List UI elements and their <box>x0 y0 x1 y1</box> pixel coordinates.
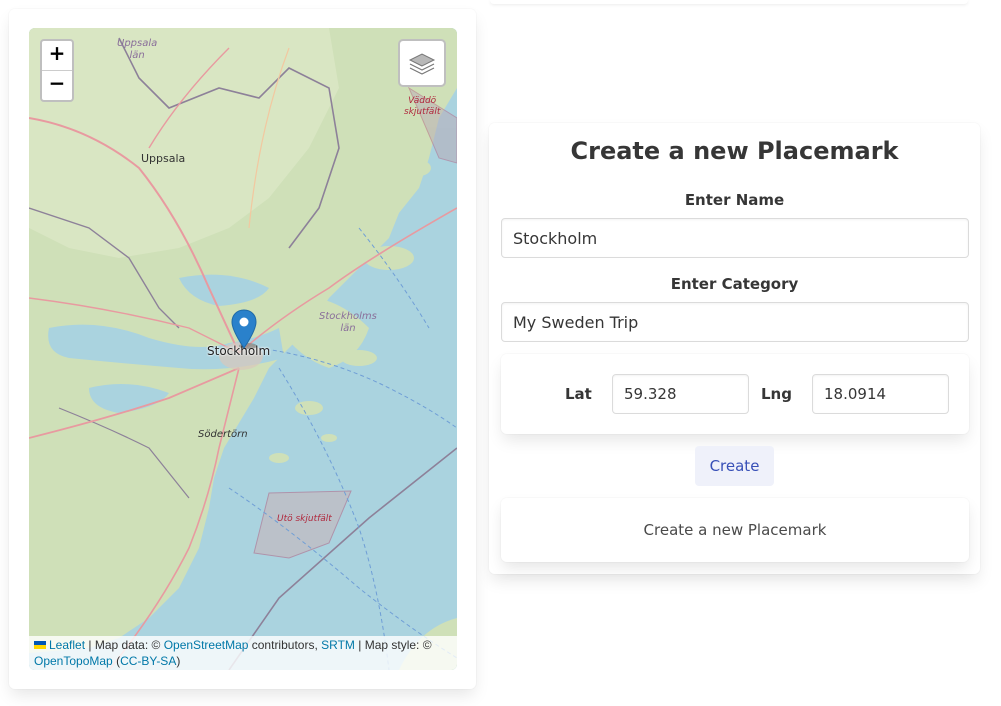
create-placemark-form: Create a new Placemark Enter Name Enter … <box>489 123 980 574</box>
lng-label: Lng <box>761 385 792 403</box>
map-label-uppsala-lan: Uppsala län <box>117 38 158 61</box>
attribution-text: ( <box>112 654 121 668</box>
name-input[interactable] <box>501 218 969 258</box>
map-attribution: Leaflet | Map data: © OpenStreetMap cont… <box>29 636 457 670</box>
name-label: Enter Name <box>684 191 785 209</box>
attribution-text: contributors, <box>248 638 322 652</box>
attribution-text: | Map style: © <box>354 638 432 652</box>
map-label-vaddo: Väddö skjutfält <box>404 96 441 117</box>
lat-label: Lat <box>565 385 592 403</box>
placemark-note: Create a new Placemark <box>501 498 969 562</box>
attribution-text: | Map data: © <box>85 638 164 652</box>
leaflet-link[interactable]: Leaflet <box>49 638 85 652</box>
map-marker-icon[interactable] <box>231 309 257 354</box>
cc-by-sa-link[interactable]: CC-BY-SA <box>120 654 176 668</box>
map-label-stockholms-lan: Stockholms län <box>319 311 377 334</box>
map-label-uto-skjutfalt: Utö skjutfält <box>277 514 332 524</box>
lat-lng-box: Lat Lng <box>501 354 969 434</box>
map-view[interactable]: Uppsala län Uppsala Väddö skjutfält Stoc… <box>29 28 457 670</box>
srtm-link[interactable]: SRTM <box>321 638 355 652</box>
layers-icon <box>408 53 436 75</box>
attribution-text: ) <box>176 654 181 668</box>
lng-input[interactable] <box>812 374 949 414</box>
zoom-control: + − <box>40 39 74 102</box>
map-label-uppsala: Uppsala <box>141 152 186 165</box>
zoom-out-button[interactable]: − <box>42 70 72 100</box>
category-label: Enter Category <box>670 275 799 293</box>
zoom-in-button[interactable]: + <box>42 41 72 70</box>
lat-input[interactable] <box>612 374 749 414</box>
openstreetmap-link[interactable]: OpenStreetMap <box>164 638 249 652</box>
create-button[interactable]: Create <box>695 446 774 486</box>
form-title: Create a new Placemark <box>570 137 899 165</box>
category-input[interactable] <box>501 302 969 342</box>
map-label-sodertorn: Södertörn <box>198 429 248 440</box>
top-card-edge <box>490 0 968 4</box>
layers-button[interactable] <box>398 39 446 87</box>
opentopomap-link[interactable]: OpenTopoMap <box>34 654 113 668</box>
ukraine-flag-icon <box>34 641 46 649</box>
